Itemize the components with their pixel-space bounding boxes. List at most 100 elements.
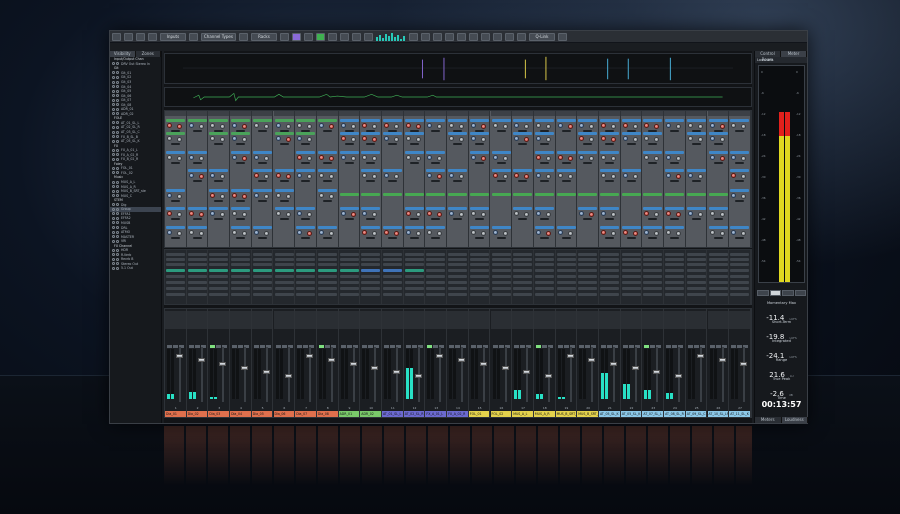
pan-control[interactable] [186, 311, 208, 329]
plugin-slot[interactable] [621, 169, 641, 172]
solo-button[interactable] [433, 345, 439, 348]
pan-control[interactable] [273, 311, 295, 329]
visibility-toggle-icon[interactable] [112, 194, 115, 198]
loudness-stop-button[interactable] [782, 290, 794, 296]
routing-slot[interactable] [361, 253, 381, 256]
plugin-slot[interactable] [686, 169, 706, 172]
plugin-knob-icon[interactable] [741, 231, 747, 236]
routing-slot[interactable] [209, 293, 229, 296]
routing-slot[interactable] [643, 269, 663, 272]
mute-button[interactable] [601, 345, 606, 348]
insert-slot-header[interactable] [468, 111, 490, 116]
routing-slot[interactable] [556, 287, 576, 290]
routing-slot[interactable] [686, 253, 706, 256]
routing-slot[interactable] [513, 263, 533, 266]
plugin-knob-icon[interactable] [384, 136, 389, 141]
plugin-knob-icon[interactable] [535, 211, 541, 216]
routing-slot[interactable] [730, 269, 750, 272]
plugin-knob-icon[interactable] [415, 156, 421, 161]
plugin-slot[interactable] [621, 193, 641, 196]
routing-slot[interactable] [491, 281, 511, 284]
routing-slot[interactable] [361, 263, 381, 266]
routing-slot[interactable] [404, 263, 424, 266]
routing-slot[interactable] [621, 281, 641, 284]
solo-button[interactable] [585, 345, 591, 348]
plugin-knob-icon[interactable] [253, 173, 259, 178]
visibility-toggle-icon[interactable] [112, 148, 115, 152]
routing-slot[interactable] [448, 281, 468, 284]
tab-meters[interactable]: Meters [755, 417, 782, 423]
link-toggle-icon[interactable] [116, 180, 119, 184]
routing-slot[interactable] [491, 269, 511, 272]
plugin-knob-icon[interactable] [210, 136, 216, 141]
routing-slot[interactable] [534, 258, 554, 261]
mute-button[interactable] [579, 345, 585, 348]
routing-slot[interactable] [730, 293, 750, 296]
routing-slot[interactable] [296, 258, 316, 261]
toolbar-button[interactable] [363, 32, 373, 41]
plugin-knob-icon[interactable] [328, 231, 334, 236]
routing-slot[interactable] [708, 293, 728, 296]
routing-slot[interactable] [513, 281, 533, 284]
plugin-knob-icon[interactable] [350, 156, 356, 161]
visibility-toggle-icon[interactable] [112, 112, 115, 116]
routing-slot[interactable] [252, 275, 272, 278]
plugin-knob-icon[interactable] [297, 211, 303, 216]
plugin-slot[interactable] [643, 207, 663, 210]
routing-slot[interactable] [296, 287, 316, 290]
routing-slot[interactable] [383, 281, 402, 284]
routing-slot[interactable] [556, 281, 576, 284]
routing-slot[interactable] [534, 263, 554, 266]
insert-slot-header[interactable] [165, 111, 186, 116]
plugin-slot[interactable] [383, 132, 402, 135]
plugin-slot[interactable] [513, 132, 533, 135]
plugin-knob-icon[interactable] [198, 212, 204, 217]
plugin-knob-icon[interactable] [567, 156, 573, 161]
routing-slot[interactable] [252, 293, 272, 296]
tab-meter[interactable]: Meter [781, 51, 807, 57]
insert-slot-header[interactable] [208, 111, 230, 116]
link-toggle-icon[interactable] [116, 221, 119, 225]
link-toggle-icon[interactable] [116, 230, 119, 234]
plugin-knob-icon[interactable] [480, 231, 486, 236]
channel-name[interactable]: AT_05_SL_K [620, 411, 642, 417]
plugin-knob-icon[interactable] [449, 211, 455, 216]
visibility-toggle-icon[interactable] [112, 71, 115, 75]
routing-slot[interactable] [600, 258, 619, 261]
channel-name[interactable]: FX_A_01_L [425, 411, 447, 417]
routing-slot[interactable] [209, 281, 229, 284]
mute-button[interactable] [644, 345, 650, 348]
routing-slot[interactable] [187, 293, 207, 296]
plugin-slot[interactable] [339, 207, 359, 210]
tab-visibility[interactable]: Visibility [110, 51, 136, 57]
channel-name[interactable]: AT_01_SL_L [382, 411, 403, 417]
plugin-knob-icon[interactable] [307, 124, 313, 129]
plugin-slot[interactable] [556, 193, 576, 196]
routing-slot[interactable] [361, 275, 381, 278]
channel-name[interactable]: Dia_06 [273, 411, 295, 417]
link-toggle-icon[interactable] [116, 139, 119, 143]
link-toggle-icon[interactable] [116, 266, 119, 270]
plugin-knob-icon[interactable] [567, 174, 573, 179]
plugin-slot[interactable] [665, 207, 685, 210]
loudness-settings-button[interactable] [794, 290, 806, 296]
plugin-slot[interactable] [426, 207, 446, 210]
link-toggle-icon[interactable] [116, 212, 119, 216]
pan-control[interactable] [685, 311, 707, 329]
insert-slot-header[interactable] [230, 111, 251, 116]
routing-slot[interactable] [600, 293, 619, 296]
plugin-slot[interactable] [448, 169, 468, 172]
plugin-slot[interactable] [404, 132, 424, 135]
routing-slot[interactable] [556, 253, 576, 256]
channel-fader[interactable] [458, 358, 466, 362]
plugin-knob-icon[interactable] [372, 231, 378, 236]
toolbar-button[interactable] [112, 32, 121, 41]
plugin-knob-icon[interactable] [188, 173, 194, 178]
routing-slot[interactable] [317, 253, 337, 256]
plugin-knob-icon[interactable] [242, 156, 248, 161]
visibility-toggle-icon[interactable] [112, 180, 115, 184]
plugin-knob-icon[interactable] [719, 137, 725, 142]
visibility-toggle-icon[interactable] [112, 239, 115, 243]
plugin-slot[interactable] [665, 193, 685, 196]
visibility-toggle-icon[interactable] [112, 262, 115, 266]
